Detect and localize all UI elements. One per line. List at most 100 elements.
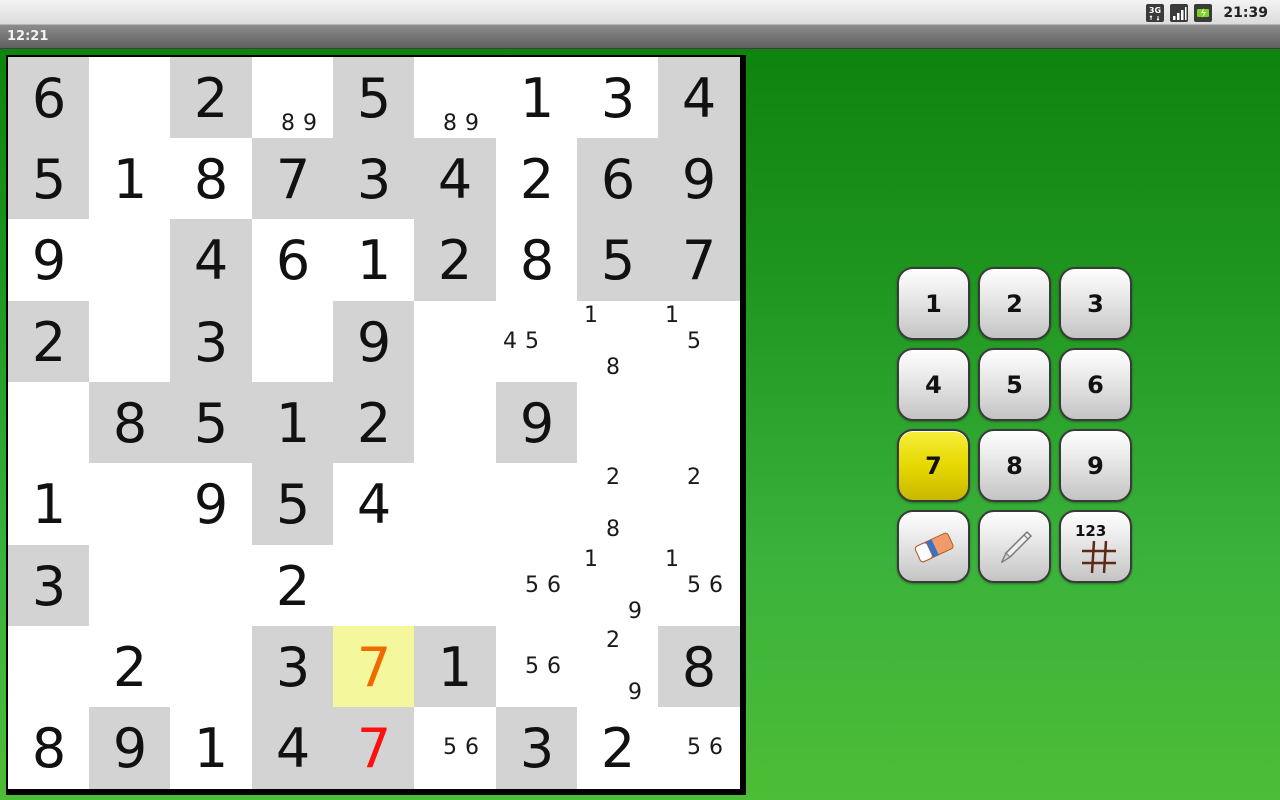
board-cell[interactable] xyxy=(496,463,578,545)
board-cell[interactable]: 3 xyxy=(333,138,415,220)
board-cell[interactable]: 1 xyxy=(333,219,415,301)
board-cell[interactable]: 9 xyxy=(496,382,578,464)
board-cell[interactable] xyxy=(89,57,171,139)
board-cell[interactable]: 4 xyxy=(658,57,740,139)
board-cell[interactable]: 6 xyxy=(577,138,659,220)
board-cell[interactable] xyxy=(333,545,415,627)
board-cell[interactable] xyxy=(414,463,496,545)
board-cell[interactable]: 5 xyxy=(252,463,334,545)
cell-digit: 8 xyxy=(193,148,229,211)
board-cell[interactable]: 9 xyxy=(333,301,415,383)
board-cell[interactable]: 4 xyxy=(170,219,252,301)
board-cell[interactable]: 8 xyxy=(658,626,740,708)
board-cell[interactable]: 28 xyxy=(577,463,659,545)
board-cell[interactable]: 5 xyxy=(170,382,252,464)
board-cell[interactable]: 2 xyxy=(333,382,415,464)
board-cell[interactable]: 7 xyxy=(333,626,415,708)
board-cell[interactable] xyxy=(170,545,252,627)
board-cell[interactable] xyxy=(252,301,334,383)
board-cell[interactable]: 7 xyxy=(252,138,334,220)
board-cell[interactable]: 3 xyxy=(170,301,252,383)
key-5-button[interactable]: 5 xyxy=(978,348,1051,421)
board-cell[interactable]: 2 xyxy=(170,57,252,139)
board-cell[interactable]: 2 xyxy=(414,219,496,301)
key-label: 6 xyxy=(1087,370,1104,399)
board-cell[interactable]: 1 xyxy=(170,707,252,789)
board-cell[interactable]: 19 xyxy=(577,545,659,627)
board-cell[interactable] xyxy=(658,382,740,464)
board-cell[interactable]: 156 xyxy=(658,545,740,627)
key-6-button[interactable]: 6 xyxy=(1059,348,1132,421)
board-cell[interactable]: 2 xyxy=(658,463,740,545)
key-7-button[interactable]: 7 xyxy=(897,429,970,502)
board-cell[interactable]: 18 xyxy=(577,301,659,383)
board-cell[interactable]: 56 xyxy=(658,707,740,789)
board-cell[interactable] xyxy=(577,382,659,464)
board-cell[interactable] xyxy=(8,626,90,708)
board-cell[interactable]: 5 xyxy=(577,219,659,301)
board-cell[interactable]: 2 xyxy=(496,138,578,220)
board-cell[interactable]: 3 xyxy=(8,545,90,627)
board-cell[interactable]: 1 xyxy=(8,463,90,545)
board-cell[interactable]: 9 xyxy=(658,138,740,220)
eraser-button[interactable] xyxy=(897,510,970,583)
board-cell[interactable]: 9 xyxy=(89,707,171,789)
board-cell[interactable]: 8 xyxy=(170,138,252,220)
board-cell[interactable]: 8 xyxy=(496,219,578,301)
cell-digit: 1 xyxy=(519,67,555,130)
board-cell[interactable]: 4 xyxy=(414,138,496,220)
board-cell[interactable]: 8 xyxy=(8,707,90,789)
board-cell[interactable] xyxy=(414,382,496,464)
board-cell[interactable]: 89 xyxy=(252,57,334,139)
cell-digit: 4 xyxy=(275,717,311,780)
key-1-button[interactable]: 1 xyxy=(897,267,970,340)
cell-digit: 4 xyxy=(193,229,229,292)
board-cell[interactable]: 7 xyxy=(658,219,740,301)
board-cell[interactable]: 1 xyxy=(252,382,334,464)
key-9-button[interactable]: 9 xyxy=(1059,429,1132,502)
board-cell[interactable]: 4 xyxy=(252,707,334,789)
board-cell[interactable]: 8 xyxy=(89,382,171,464)
key-8-button[interactable]: 8 xyxy=(978,429,1051,502)
pencil-button[interactable] xyxy=(978,510,1051,583)
notes-grid-button[interactable]: 123 xyxy=(1059,510,1132,583)
board-cell[interactable]: 1 xyxy=(414,626,496,708)
board-cell[interactable]: 2 xyxy=(252,545,334,627)
board-cell[interactable]: 89 xyxy=(414,57,496,139)
board-cell[interactable]: 9 xyxy=(170,463,252,545)
board-cell[interactable] xyxy=(89,463,171,545)
key-2-button[interactable]: 2 xyxy=(978,267,1051,340)
board-cell[interactable]: 15 xyxy=(658,301,740,383)
board-cell[interactable] xyxy=(414,545,496,627)
key-4-button[interactable]: 4 xyxy=(897,348,970,421)
board-cell[interactable]: 6 xyxy=(8,57,90,139)
board-cell[interactable] xyxy=(8,382,90,464)
board-cell[interactable]: 3 xyxy=(252,626,334,708)
board-cell[interactable]: 3 xyxy=(577,57,659,139)
cell-digit: 5 xyxy=(600,229,636,292)
board-cell[interactable]: 56 xyxy=(496,626,578,708)
board-cell[interactable]: 1 xyxy=(496,57,578,139)
board-cell[interactable]: 56 xyxy=(496,545,578,627)
key-3-button[interactable]: 3 xyxy=(1059,267,1132,340)
board-cell[interactable]: 45 xyxy=(496,301,578,383)
board-cell[interactable]: 3 xyxy=(496,707,578,789)
board-cell[interactable]: 2 xyxy=(8,301,90,383)
board-cell[interactable]: 4 xyxy=(333,463,415,545)
board-cell[interactable] xyxy=(89,545,171,627)
board-cell[interactable] xyxy=(170,626,252,708)
board-cell[interactable]: 56 xyxy=(414,707,496,789)
board-cell[interactable]: 1 xyxy=(89,138,171,220)
board-cell[interactable]: 5 xyxy=(333,57,415,139)
board-cell[interactable] xyxy=(89,219,171,301)
board-cell[interactable]: 2 xyxy=(89,626,171,708)
board-cell[interactable]: 5 xyxy=(8,138,90,220)
board-cell[interactable] xyxy=(414,301,496,383)
board-cell[interactable]: 2 xyxy=(577,707,659,789)
board-cell[interactable]: 29 xyxy=(577,626,659,708)
board-cell[interactable]: 6 xyxy=(252,219,334,301)
board-cell[interactable]: 9 xyxy=(8,219,90,301)
board-cell[interactable] xyxy=(89,301,171,383)
board-cell[interactable]: 7 xyxy=(333,707,415,789)
key-label: 8 xyxy=(1006,451,1023,480)
